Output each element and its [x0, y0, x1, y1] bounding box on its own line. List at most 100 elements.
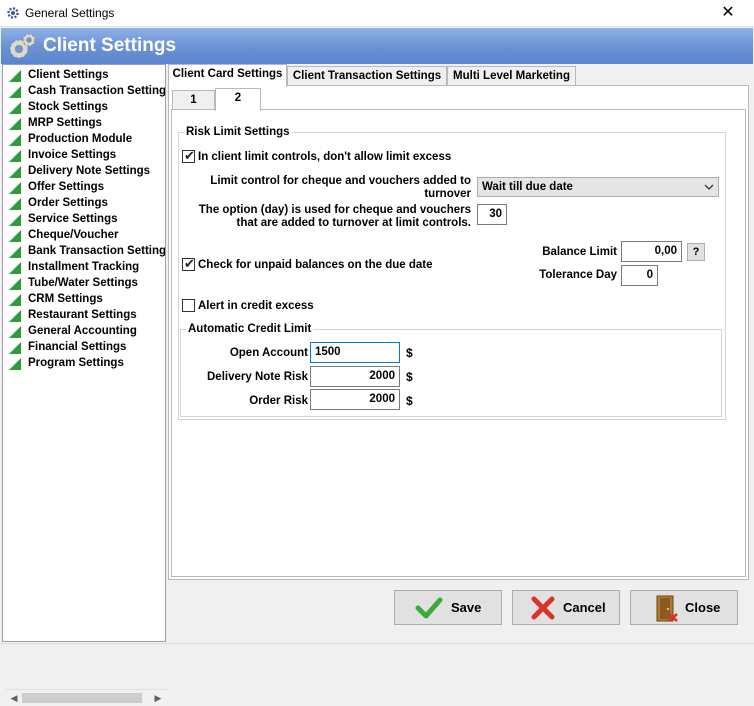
checkmark-icon: ✔ — [184, 256, 195, 271]
tab-page-1[interactable]: 1 — [172, 90, 215, 110]
sidebar-item[interactable]: Order Settings — [9, 196, 165, 212]
open-account-unit: $ — [406, 346, 413, 360]
sidebar-item-label: Stock Settings — [28, 101, 108, 113]
open-account-input[interactable]: 1500 — [310, 342, 400, 363]
door-exit-icon — [656, 595, 678, 622]
chevron-down-icon — [704, 178, 714, 203]
sidebar-item-label: Restaurant Settings — [28, 309, 137, 321]
balance-limit-help-button[interactable]: ? — [687, 243, 705, 261]
sidebar-item-label: CRM Settings — [28, 293, 103, 305]
green-triangle-icon — [9, 150, 21, 162]
sidebar-item[interactable]: General Accounting — [9, 324, 165, 340]
no-limit-excess-label: In client limit controls, don't allow li… — [198, 151, 452, 163]
green-triangle-icon — [9, 86, 21, 98]
cheque-limit-label-line1: Limit control for cheque and vouchers ad… — [210, 175, 471, 187]
green-triangle-icon — [9, 230, 21, 242]
tab-multi-level-marketing[interactable]: Multi Level Marketing — [447, 66, 576, 86]
header-title: Client Settings — [43, 35, 177, 56]
delivery-note-risk-input[interactable]: 2000 — [310, 366, 400, 387]
balance-limit-label: Balance Limit — [542, 246, 617, 258]
sidebar-item-label: Order Settings — [28, 197, 108, 209]
cheque-limit-label-line2: turnover — [424, 188, 471, 200]
sidebar-item[interactable]: Tube/Water Settings — [9, 276, 165, 292]
balance-limit-input[interactable]: 0,00 — [621, 241, 682, 262]
green-triangle-icon — [9, 310, 21, 322]
tab-client-transaction-settings[interactable]: Client Transaction Settings — [287, 66, 447, 86]
alert-credit-excess-checkbox[interactable] — [182, 299, 195, 312]
cancel-button[interactable]: Cancel — [512, 590, 620, 625]
save-button[interactable]: Save — [394, 590, 502, 625]
sidebar-item-label: Client Settings — [28, 69, 109, 81]
tolerance-day-label: Tolerance Day — [539, 269, 617, 281]
sidebar-item-label: Tube/Water Settings — [28, 277, 138, 289]
green-triangle-icon — [9, 166, 21, 178]
sidebar-item[interactable]: Offer Settings — [9, 180, 165, 196]
green-triangle-icon — [9, 358, 21, 370]
sidebar-item[interactable]: Financial Settings — [9, 340, 165, 356]
sidebar-item[interactable]: Cash Transaction Settings — [9, 84, 165, 100]
option-day-input[interactable]: 30 — [477, 204, 507, 225]
cheque-limit-value: Wait till due date — [482, 181, 573, 193]
green-triangle-icon — [9, 182, 21, 194]
green-triangle-icon — [9, 102, 21, 114]
sidebar-item[interactable]: Stock Settings — [9, 100, 165, 116]
sidebar-item[interactable]: Delivery Note Settings — [9, 164, 165, 180]
risk-limit-legend: Risk Limit Settings — [184, 126, 292, 138]
sidebar-item-label: General Accounting — [28, 325, 137, 337]
order-risk-input[interactable]: 2000 — [310, 389, 400, 410]
green-triangle-icon — [9, 134, 21, 146]
green-triangle-icon — [9, 246, 21, 258]
order-risk-label: Order Risk — [249, 395, 308, 407]
close-button-label: Close — [685, 600, 721, 615]
unpaid-balances-checkbox[interactable]: ✔ — [182, 256, 195, 271]
window-title: General Settings — [25, 6, 115, 20]
scroll-right-icon[interactable]: ▶ — [153, 693, 163, 704]
cancel-button-label: Cancel — [563, 600, 606, 615]
green-triangle-icon — [9, 326, 21, 338]
scroll-thumb[interactable] — [22, 693, 142, 703]
sidebar-item[interactable]: MRP Settings — [9, 116, 165, 132]
x-icon — [531, 596, 555, 620]
no-limit-excess-checkbox[interactable]: ✔ — [182, 148, 195, 163]
status-bar — [0, 643, 754, 663]
sidebar-item[interactable]: Production Module — [9, 132, 165, 148]
gear-icon — [7, 7, 19, 19]
green-triangle-icon — [9, 342, 21, 354]
green-triangle-icon — [9, 278, 21, 290]
sidebar-item[interactable]: Client Settings — [9, 68, 165, 84]
save-button-label: Save — [451, 600, 482, 615]
tolerance-day-input[interactable]: 0 — [621, 265, 658, 286]
green-triangle-icon — [9, 294, 21, 306]
sidebar-item-label: Cheque/Voucher — [28, 229, 119, 241]
sidebar-item-label: Production Module — [28, 133, 133, 145]
green-triangle-icon — [9, 118, 21, 130]
delivery-note-risk-label: Delivery Note Risk — [207, 371, 308, 383]
tab-client-card-settings[interactable]: Client Card Settings — [168, 64, 287, 87]
green-triangle-icon — [9, 214, 21, 226]
sidebar-item-label: Offer Settings — [28, 181, 105, 193]
close-window-button[interactable]: ✕ — [716, 3, 740, 23]
header-banner: Client Settings — [1, 28, 753, 64]
option-day-label-line1: The option (day) is used for cheque and … — [198, 204, 471, 216]
sidebar-item[interactable]: Installment Tracking — [9, 260, 165, 276]
sidebar-horizontal-scrollbar[interactable]: ◀ ▶ — [6, 689, 167, 706]
tab-page-2[interactable]: 2 — [215, 88, 261, 111]
sidebar-item[interactable]: Invoice Settings — [9, 148, 165, 164]
sidebar-item[interactable]: Bank Transaction Settings — [9, 244, 165, 260]
close-button[interactable]: Close — [630, 590, 738, 625]
sidebar-item[interactable]: Service Settings — [9, 212, 165, 228]
green-triangle-icon — [9, 198, 21, 210]
sidebar-item[interactable]: Program Settings — [9, 356, 165, 372]
scroll-left-icon[interactable]: ◀ — [9, 693, 19, 704]
order-risk-unit: $ — [406, 394, 413, 408]
gears-icon — [9, 33, 36, 59]
sidebar-item-label: Installment Tracking — [28, 261, 140, 273]
sidebar-item[interactable]: CRM Settings — [9, 292, 165, 308]
sidebar-item-label: Financial Settings — [28, 341, 127, 353]
sidebar-item-label: Program Settings — [28, 357, 124, 369]
sidebar-item-label: Cash Transaction Settings — [28, 85, 165, 97]
sidebar-item[interactable]: Restaurant Settings — [9, 308, 165, 324]
cheque-limit-select[interactable]: Wait till due date — [477, 177, 719, 197]
delivery-note-risk-unit: $ — [406, 370, 413, 384]
sidebar-item[interactable]: Cheque/Voucher — [9, 228, 165, 244]
